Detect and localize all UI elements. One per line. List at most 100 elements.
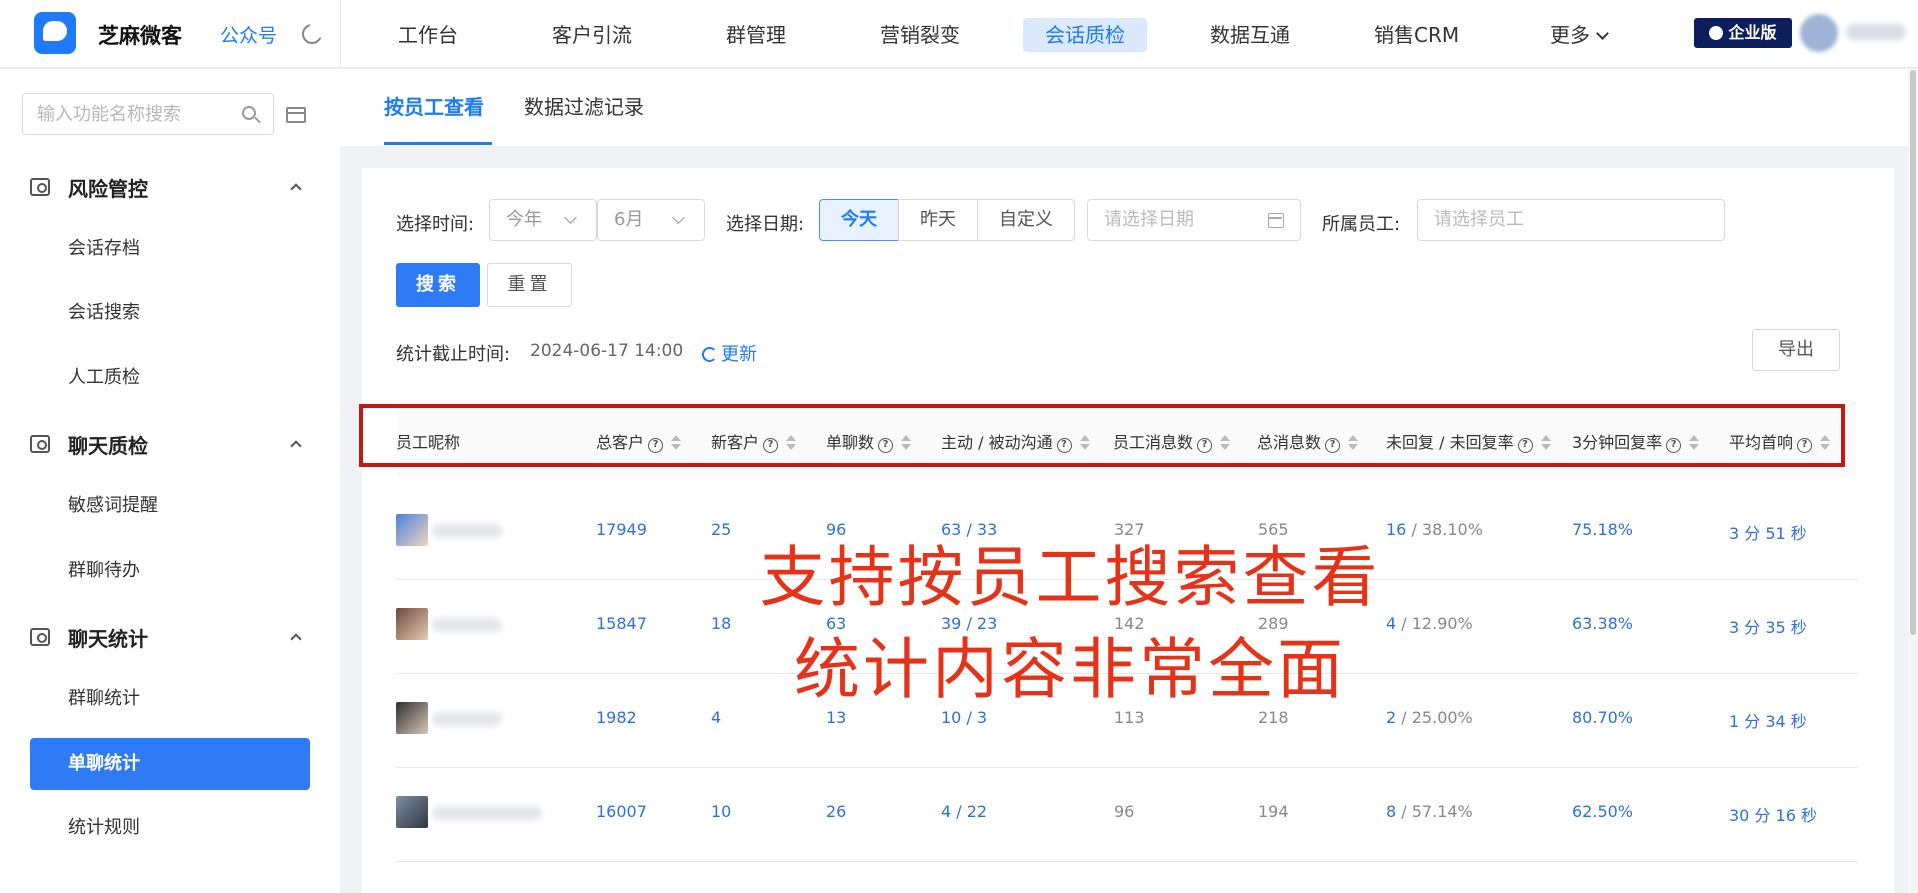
cell-staff-messages: 96: [1114, 802, 1135, 821]
staff-avatar: [396, 796, 428, 828]
reset-button[interactable]: 重置: [487, 263, 572, 307]
cell-3min-reply-rate[interactable]: 63.38%: [1572, 614, 1633, 633]
nav-customer-acquisition[interactable]: 客户引流: [542, 18, 642, 52]
sidebar-item-stats-rules[interactable]: 统计规则: [30, 802, 310, 854]
user-scan-icon: [30, 435, 50, 453]
sidebar-item-session-search[interactable]: 会话搜索: [30, 287, 310, 339]
active-tab-indicator: [384, 142, 492, 145]
nav-session-qc[interactable]: 会话质检: [1023, 18, 1147, 52]
month-select[interactable]: 6月: [597, 199, 705, 241]
chart-icon: [30, 628, 50, 646]
cell-avg-first-response[interactable]: 3 分 35 秒: [1729, 614, 1807, 638]
stats-cutoff-time: 2024-06-17 14:00: [530, 341, 684, 361]
refresh-label: 更新: [721, 344, 757, 365]
sidebar-item-group-stats[interactable]: 群聊统计: [30, 673, 310, 725]
sidebar-item-single-chat-stats[interactable]: 单聊统计: [30, 738, 310, 790]
refresh-icon: [702, 347, 717, 362]
brand-name[interactable]: 芝麻微客: [98, 20, 182, 50]
staff-name-blurred: [432, 806, 542, 820]
unreplied-rate: / 57.14%: [1396, 802, 1473, 821]
search-icon[interactable]: [242, 106, 256, 120]
chevron-up-icon: [290, 440, 302, 452]
staff-avatar: [396, 702, 428, 734]
cell-total-customers[interactable]: 16007: [596, 802, 647, 821]
cell-single-chats[interactable]: 26: [826, 802, 846, 821]
staff-name-blurred: [432, 618, 502, 632]
cell-avg-first-response[interactable]: 3 分 51 秒: [1729, 520, 1807, 544]
unreplied-count[interactable]: 8: [1386, 802, 1396, 821]
date-filter-label: 选择日期:: [726, 214, 805, 235]
promo-overlay-text: 支持按员工搜索查看 统计内容非常全面: [640, 532, 1500, 716]
chevron-down-icon: [564, 211, 577, 224]
sidebar-group-title: 聊天统计: [68, 627, 148, 651]
cell-avg-first-response[interactable]: 1 分 34 秒: [1729, 708, 1807, 732]
month-select-value: 6月: [614, 209, 644, 230]
staff-avatar: [396, 608, 428, 640]
staff-select-input[interactable]: 请选择员工: [1417, 199, 1725, 241]
stats-cutoff-label: 统计截止时间:: [396, 344, 511, 365]
chevron-up-icon: [290, 183, 302, 195]
nav-sales-crm[interactable]: 销售CRM: [1364, 18, 1469, 52]
tab-by-staff[interactable]: 按员工查看: [384, 91, 484, 120]
dark-mode-icon[interactable]: [302, 20, 327, 44]
official-account-link[interactable]: 公众号: [220, 21, 277, 48]
top-bar: 芝麻微客 公众号 工作台 客户引流 群管理 营销裂变 会话质检 数据互通 销售C…: [0, 0, 1918, 68]
export-button[interactable]: 导出: [1752, 329, 1840, 371]
search-button[interactable]: 搜索: [396, 263, 480, 307]
user-scan-icon: [30, 178, 50, 196]
chat-bubble-icon: [1709, 26, 1724, 40]
staff-avatar: [396, 514, 428, 546]
sidebar-group-chat-qc[interactable]: 聊天质检: [0, 426, 340, 462]
staff-name-blurred: [432, 712, 502, 726]
scrollbar-thumb[interactable]: [1910, 70, 1916, 635]
sidebar-item-session-archive[interactable]: 会话存档: [30, 223, 310, 275]
cell-3min-reply-rate[interactable]: 62.50%: [1572, 802, 1633, 821]
user-avatar[interactable]: [1800, 14, 1838, 52]
cell-avg-first-response[interactable]: 30 分 16 秒: [1729, 802, 1817, 826]
highlight-frame: [359, 404, 1845, 467]
table-row[interactable]: 16007 10 26 4 / 22 96 194 8 / 57.14% 62.…: [396, 768, 1858, 862]
cell-unreplied[interactable]: 8 / 57.14%: [1386, 802, 1473, 821]
nav-more[interactable]: 更多: [1540, 18, 1617, 52]
sidebar-group-risk-control[interactable]: 风险管控: [0, 169, 340, 205]
chevron-up-icon: [290, 633, 302, 645]
date-yesterday-button[interactable]: 昨天: [898, 199, 978, 241]
date-today-button[interactable]: 今天: [819, 199, 899, 241]
function-search-input[interactable]: [22, 93, 274, 135]
chevron-down-icon: [672, 211, 685, 224]
sidebar-item-sensitive-word[interactable]: 敏感词提醒: [30, 480, 310, 532]
cell-3min-reply-rate[interactable]: 75.18%: [1572, 520, 1633, 539]
user-name-blurred[interactable]: [1846, 24, 1906, 40]
calendar-icon: [1268, 213, 1284, 228]
divider: [340, 0, 341, 68]
layout-icon[interactable]: [286, 107, 306, 123]
promo-line-1: 支持按员工搜索查看: [759, 539, 1381, 616]
cell-new-customers[interactable]: 10: [711, 802, 731, 821]
year-select[interactable]: 今年: [489, 199, 597, 241]
nav-marketing[interactable]: 营销裂变: [870, 18, 970, 52]
enterprise-badge[interactable]: 企业版: [1694, 18, 1792, 48]
date-custom-button[interactable]: 自定义: [977, 199, 1075, 241]
nav-data-interop[interactable]: 数据互通: [1200, 18, 1300, 52]
tabs-bar: 按员工查看 数据过滤记录: [340, 69, 1918, 146]
staff-filter-label: 所属员工:: [1322, 214, 1401, 235]
sidebar-group-chat-stats[interactable]: 聊天统计: [0, 619, 340, 655]
promo-line-2: 统计内容非常全面: [794, 631, 1346, 708]
cell-total-customers[interactable]: 1982: [596, 708, 637, 727]
time-filter-label: 选择时间:: [396, 214, 475, 235]
nav-workbench[interactable]: 工作台: [388, 18, 468, 52]
logo-icon[interactable]: [34, 12, 76, 54]
sidebar-item-group-todo[interactable]: 群聊待办: [30, 545, 310, 597]
sidebar: 风险管控 会话存档 会话搜索 人工质检 聊天质检 敏感词提醒 群聊待办 聊天统计…: [0, 69, 340, 893]
nav-group-management[interactable]: 群管理: [716, 18, 796, 52]
staff-select-placeholder: 请选择员工: [1434, 209, 1524, 230]
cell-active-passive[interactable]: 4 / 22: [941, 802, 987, 821]
cell-3min-reply-rate[interactable]: 80.70%: [1572, 708, 1633, 727]
staff-name-blurred: [432, 524, 502, 538]
date-picker-input[interactable]: 请选择日期: [1087, 199, 1301, 241]
refresh-button[interactable]: 更新: [702, 340, 757, 366]
tab-filter-records[interactable]: 数据过滤记录: [524, 91, 644, 120]
sidebar-item-manual-qc[interactable]: 人工质检: [30, 352, 310, 404]
cell-total-messages: 194: [1258, 802, 1289, 821]
date-picker-placeholder: 请选择日期: [1104, 209, 1194, 230]
